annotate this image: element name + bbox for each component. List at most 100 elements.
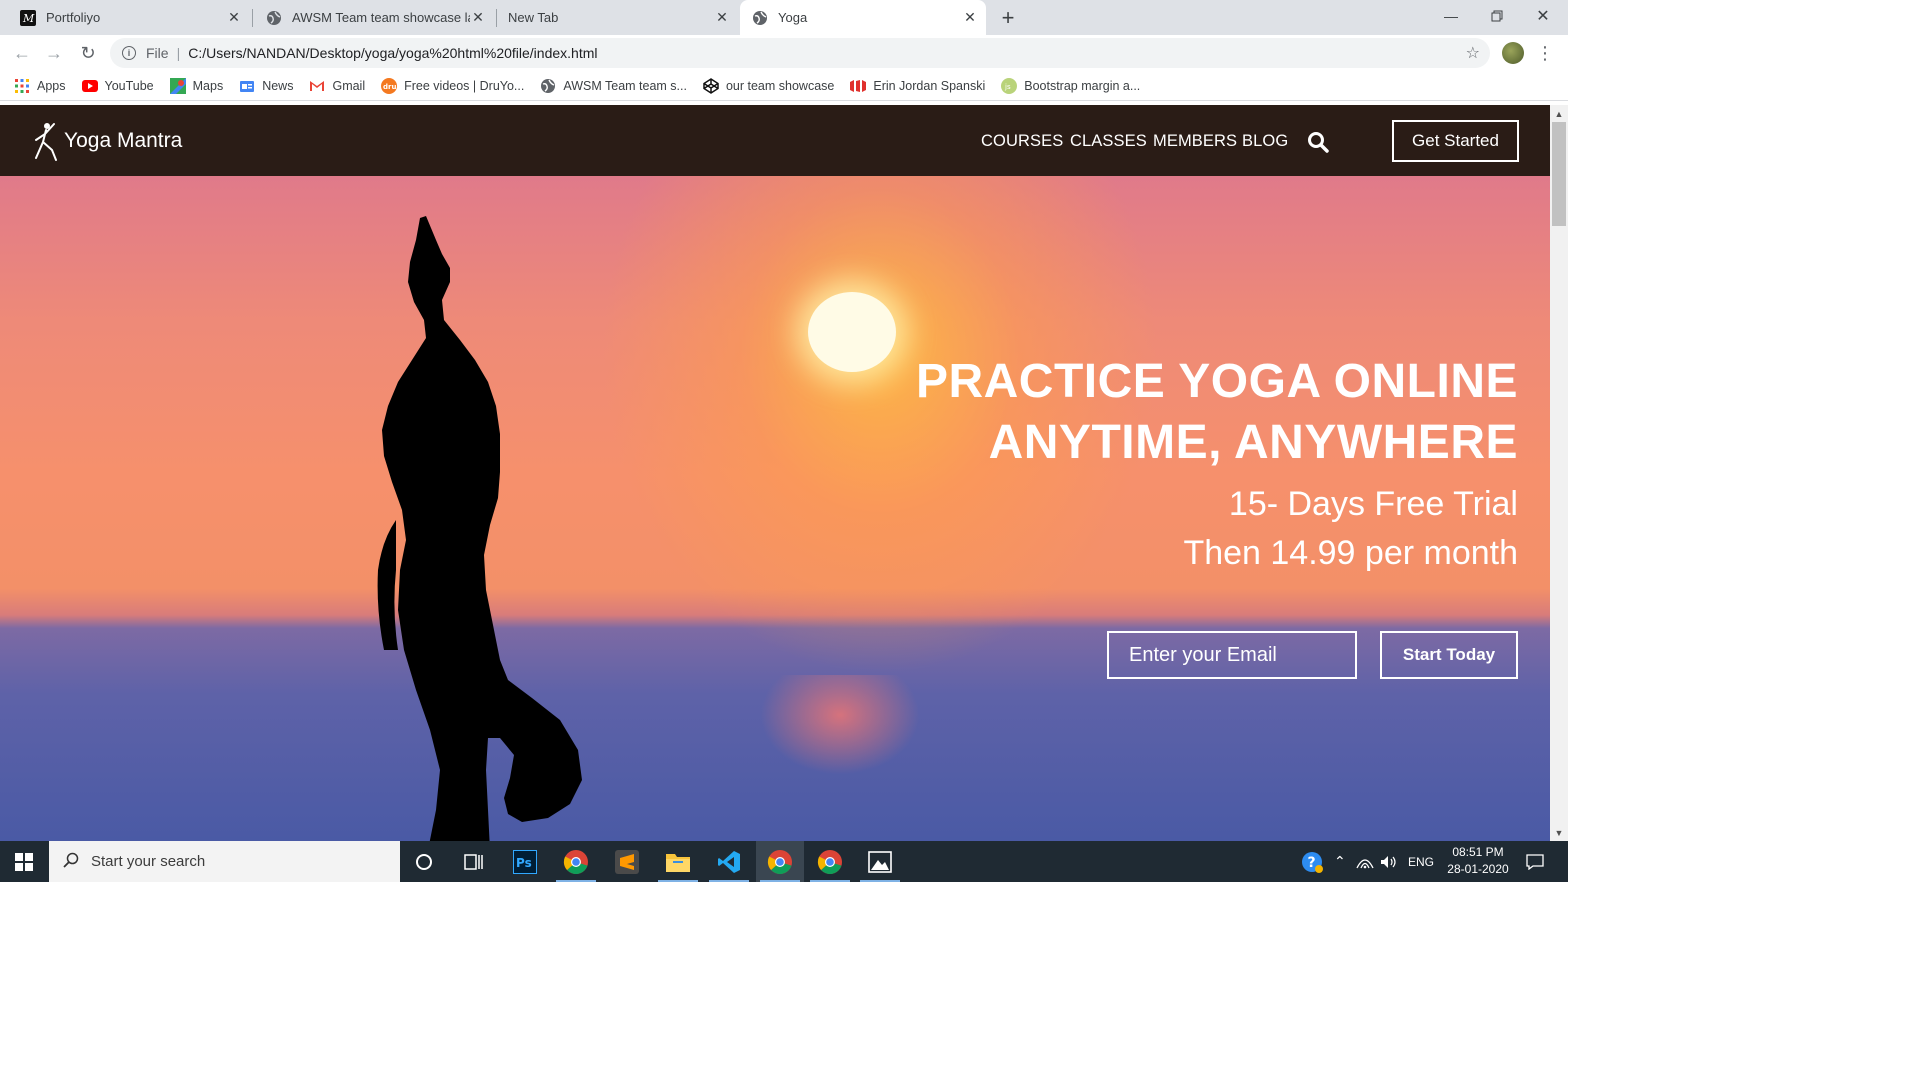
- globe-icon: [540, 78, 556, 94]
- tab-title: Yoga: [778, 10, 808, 25]
- bookmark-news[interactable]: News: [239, 78, 293, 94]
- nav-classes[interactable]: CLASSES: [1070, 132, 1147, 151]
- browser-tab-strip: M Portfoliyo ✕ AWSM Team team showcase l…: [0, 0, 1568, 35]
- chrome-active-icon[interactable]: [756, 841, 804, 882]
- taskbar-search-box[interactable]: Start your search: [49, 841, 400, 882]
- scroll-thumb[interactable]: [1552, 122, 1566, 226]
- svg-text:js: js: [1004, 83, 1011, 91]
- tab-yoga[interactable]: Yoga ✕: [740, 0, 986, 35]
- chrome-icon[interactable]: [552, 841, 600, 882]
- tab-separator: [496, 9, 497, 27]
- forward-arrow-icon[interactable]: →: [41, 40, 67, 66]
- window-close-icon[interactable]: ✕: [1520, 0, 1566, 32]
- minimize-icon[interactable]: —: [1428, 0, 1474, 32]
- sublime-text-icon[interactable]: [603, 841, 651, 882]
- reload-icon[interactable]: ↻: [75, 40, 101, 66]
- taskbar-clock[interactable]: 08:51 PM 28-01-2020: [1438, 844, 1518, 878]
- vscode-icon[interactable]: [705, 841, 753, 882]
- file-explorer-icon[interactable]: [654, 841, 702, 882]
- volume-icon[interactable]: [1380, 841, 1398, 882]
- tab-close-icon[interactable]: ✕: [470, 9, 486, 26]
- nav-members[interactable]: MEMBERS: [1153, 132, 1237, 151]
- task-view-icon[interactable]: [450, 841, 498, 882]
- language-indicator[interactable]: ENG: [1408, 841, 1434, 882]
- hero-price-text: Then 14.99 per month: [1183, 534, 1518, 572]
- taskbar-search-placeholder: Start your search: [91, 853, 206, 870]
- tray-chevron-up-icon[interactable]: ⌃: [1334, 841, 1346, 882]
- svg-text:?: ?: [1308, 855, 1316, 871]
- tab-close-icon[interactable]: ✕: [226, 9, 242, 26]
- globe-icon: [266, 10, 282, 26]
- site-info-icon[interactable]: i: [122, 46, 136, 60]
- photoshop-icon[interactable]: Ps: [501, 841, 549, 882]
- windows-start-icon[interactable]: [0, 841, 48, 882]
- restore-icon[interactable]: [1474, 0, 1520, 32]
- tab-close-icon[interactable]: ✕: [962, 9, 978, 26]
- bookmark-youtube[interactable]: YouTube: [81, 78, 154, 94]
- bookmark-bootstrap[interactable]: js Bootstrap margin a...: [1001, 77, 1141, 94]
- bookmark-label: Erin Jordan Spanski: [873, 78, 986, 93]
- bookmark-erin-jordan[interactable]: Erin Jordan Spanski: [850, 78, 985, 94]
- search-icon[interactable]: [1307, 131, 1329, 153]
- svg-text:dru: dru: [383, 83, 396, 91]
- tab-title: New Tab: [508, 10, 559, 25]
- bookmark-gmail[interactable]: Gmail: [309, 78, 365, 94]
- cortana-icon[interactable]: [400, 841, 448, 882]
- tab-portfoliyo[interactable]: M Portfoliyo ✕: [10, 0, 250, 35]
- site-navbar: Yoga Mantra COURSES CLASSES MEMBERS BLOG…: [0, 105, 1550, 176]
- wifi-icon[interactable]: [1356, 841, 1374, 882]
- bookmark-apps[interactable]: Apps: [14, 78, 66, 94]
- scroll-up-arrow-icon[interactable]: ▲: [1550, 105, 1568, 122]
- email-input[interactable]: Enter your Email: [1107, 631, 1357, 679]
- tab-title: AWSM Team team showcase layout: [292, 10, 470, 25]
- photos-icon[interactable]: [856, 841, 904, 882]
- help-icon[interactable]: ?: [1300, 841, 1324, 882]
- yoga-logo-icon: [35, 123, 57, 161]
- globe-icon: [752, 10, 768, 26]
- bookmark-label: Free videos | DruYo...: [404, 78, 525, 93]
- brand-name: Yoga Mantra: [64, 129, 183, 152]
- address-bar[interactable]: i File | C:/Users/NANDAN/Desktop/yoga/yo…: [110, 38, 1490, 68]
- bookmark-maps[interactable]: Maps: [169, 77, 223, 94]
- codepen-icon: [703, 77, 719, 94]
- portfoliyo-favicon-icon: M: [20, 9, 36, 26]
- maps-icon: [169, 77, 186, 94]
- bookmark-our-team-showcase[interactable]: our team showcase: [703, 77, 835, 94]
- back-arrow-icon[interactable]: ←: [9, 40, 35, 66]
- url-text[interactable]: C:/Users/NANDAN/Desktop/yoga/yoga%20html…: [188, 45, 597, 61]
- browser-toolbar: ← → ↻ i File | C:/Users/NANDAN/Desktop/y…: [0, 35, 1568, 71]
- tab-close-icon[interactable]: ✕: [714, 9, 730, 26]
- page-viewport: Yoga Mantra COURSES CLASSES MEMBERS BLOG…: [0, 105, 1550, 841]
- bookmark-star-icon[interactable]: ☆: [1466, 43, 1480, 63]
- chrome-second-icon[interactable]: [806, 841, 854, 882]
- tab-awsm-team[interactable]: AWSM Team team showcase layout ✕: [254, 0, 494, 35]
- site-brand[interactable]: Yoga Mantra: [30, 120, 182, 162]
- profile-avatar[interactable]: [1502, 42, 1524, 64]
- browser-menu-icon[interactable]: ⋮: [1536, 42, 1554, 64]
- sun-image: [808, 292, 896, 372]
- youtube-icon: [81, 78, 98, 94]
- get-started-button[interactable]: Get Started: [1392, 120, 1519, 162]
- svg-text:Ps: Ps: [516, 856, 532, 870]
- new-tab-plus-icon[interactable]: +: [996, 5, 1020, 30]
- clock-time: 08:51 PM: [1452, 845, 1504, 859]
- start-today-button[interactable]: Start Today: [1380, 631, 1518, 679]
- notification-center-icon[interactable]: [1526, 841, 1544, 882]
- hero-headline-line-1: PRACTICE YOGA ONLINE: [915, 355, 1518, 408]
- tab-title: Portfoliyo: [46, 10, 101, 25]
- nav-blog[interactable]: BLOG: [1242, 132, 1288, 151]
- hero-headline-line-2: ANYTIME, ANYWHERE: [988, 416, 1518, 469]
- bookmark-label: News: [262, 78, 294, 93]
- tab-new-tab[interactable]: New Tab ✕: [498, 0, 738, 35]
- bookmark-label: AWSM Team team s...: [563, 78, 687, 93]
- nav-courses[interactable]: COURSES: [981, 132, 1063, 151]
- scroll-down-arrow-icon[interactable]: ▼: [1550, 824, 1568, 841]
- page-scrollbar[interactable]: ▲ ▼: [1550, 105, 1568, 841]
- bookmark-label: our team showcase: [725, 78, 835, 93]
- hero-free-trial-text: 15- Days Free Trial: [1228, 485, 1518, 523]
- tab-separator: [252, 9, 253, 27]
- bookmark-druyo[interactable]: dru Free videos | DruYo...: [381, 77, 525, 94]
- bookmark-awsm-team[interactable]: AWSM Team team s...: [540, 78, 687, 94]
- svg-text:M: M: [22, 12, 35, 25]
- bookmark-label: Bootstrap margin a...: [1024, 78, 1141, 93]
